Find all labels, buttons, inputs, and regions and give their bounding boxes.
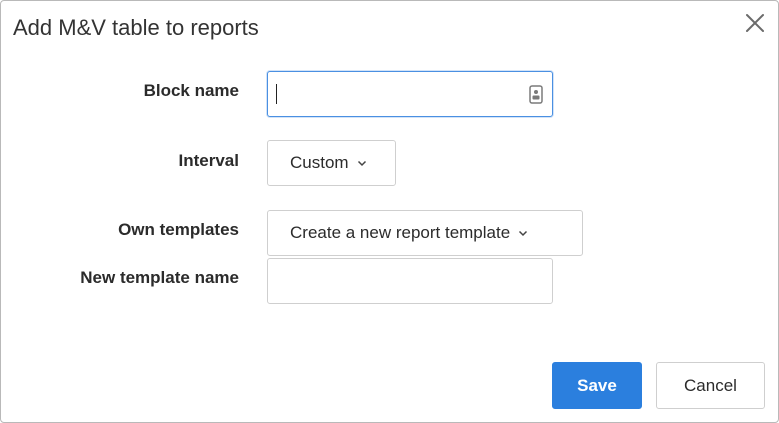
new-template-name-label: New template name <box>80 268 239 287</box>
add-table-dialog: Add M&V table to reports Block name Inte… <box>0 0 779 423</box>
own-templates-label: Own templates <box>118 220 239 239</box>
own-templates-dropdown[interactable]: Create a new report template <box>267 210 583 256</box>
new-template-name-input[interactable] <box>267 258 553 304</box>
block-name-input[interactable] <box>267 71 553 117</box>
chevron-down-icon <box>357 160 366 167</box>
interval-label: Interval <box>178 151 239 170</box>
own-templates-selected-value: Create a new report template <box>290 223 511 242</box>
close-icon[interactable] <box>744 12 766 34</box>
dialog-title: Add M&V table to reports <box>13 15 259 40</box>
text-caret <box>276 84 277 104</box>
interval-dropdown[interactable]: Custom <box>267 140 396 186</box>
autofill-contact-icon[interactable] <box>529 85 543 104</box>
interval-selected-value: Custom <box>290 153 349 172</box>
save-button[interactable]: Save <box>552 362 642 409</box>
block-name-label: Block name <box>143 81 239 100</box>
chevron-down-icon <box>519 230 528 237</box>
cancel-button[interactable]: Cancel <box>656 362 765 409</box>
